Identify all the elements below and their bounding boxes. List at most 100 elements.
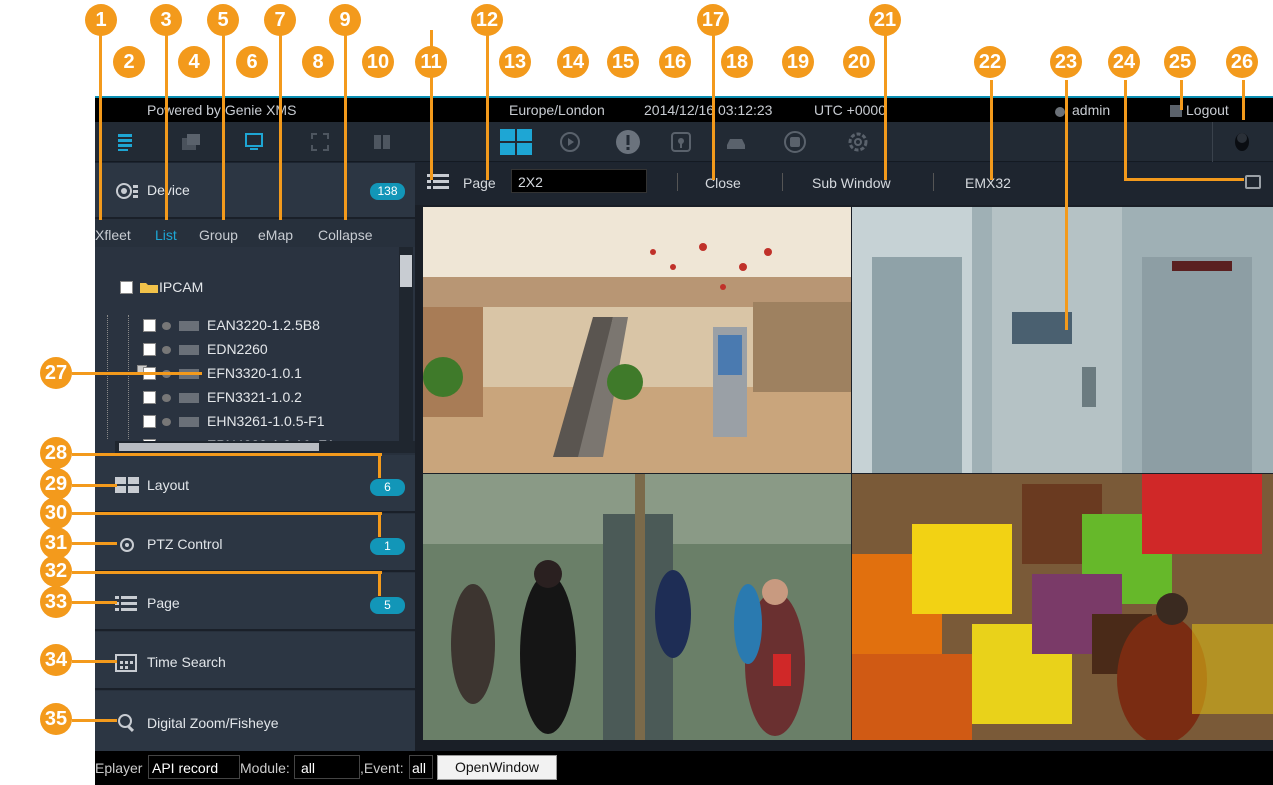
- tree-camera-item[interactable]: EAN3220-1.2.5B8: [143, 317, 320, 333]
- callout-5: 5: [207, 4, 239, 36]
- window-switch-icon[interactable]: [177, 128, 205, 156]
- device-tabs: Xfleet List Group eMap Collapse: [95, 225, 415, 247]
- callout-24: 24: [1108, 46, 1140, 78]
- tree-camera-item[interactable]: EDN2260: [143, 341, 268, 357]
- access-control-icon[interactable]: [667, 128, 695, 156]
- status-dot-icon: [162, 394, 171, 402]
- callout-7: 7: [264, 4, 296, 36]
- list-view-icon[interactable]: [111, 128, 139, 156]
- time-search-label: Time Search: [147, 654, 226, 670]
- tab-list[interactable]: List: [155, 227, 177, 243]
- top-bar: Powered by Genie XMS Europe/London 2014/…: [95, 96, 1273, 122]
- event-label: ,Event:: [360, 760, 404, 776]
- callout-32: 32: [40, 555, 72, 587]
- callout-16: 16: [659, 46, 691, 78]
- callout-35: 35: [40, 703, 72, 735]
- callout-17: 17: [697, 4, 729, 36]
- user-icon: [1055, 107, 1065, 117]
- vehicle-icon[interactable]: [722, 128, 750, 156]
- tree-root-label: IPCAM: [159, 279, 204, 295]
- callout-28: 28: [40, 437, 72, 469]
- close-button[interactable]: Close: [705, 175, 741, 191]
- tree-camera-item[interactable]: EHN3261-1.0.5-F1: [143, 413, 325, 429]
- time-search-panel-header[interactable]: Time Search: [95, 632, 415, 690]
- utc-text: UTC +0000: [814, 102, 886, 118]
- module-select[interactable]: all: [294, 755, 360, 779]
- device-name[interactable]: EMX32: [965, 175, 1011, 191]
- tree-camera-item[interactable]: EFN3321-1.0.2: [143, 389, 302, 405]
- alert-icon[interactable]: [614, 128, 642, 156]
- open-window-button[interactable]: OpenWindow: [437, 755, 557, 780]
- callout-34: 34: [40, 644, 72, 676]
- tab-group[interactable]: Group: [199, 227, 238, 243]
- callout-12: 12: [471, 4, 503, 36]
- callout-3: 3: [150, 4, 182, 36]
- page-bar-label: Page: [463, 175, 496, 191]
- page-panel-header[interactable]: Page 5: [95, 573, 415, 631]
- tree-root[interactable]: IPCAM: [120, 279, 203, 295]
- ptz-panel-header[interactable]: PTZ Control 1: [95, 514, 415, 572]
- monitor-icon[interactable]: [240, 128, 268, 156]
- layout-panel-header[interactable]: Layout 6: [95, 455, 415, 513]
- page-count-badge: 5: [370, 597, 405, 614]
- layout-count-badge: 6: [370, 479, 405, 496]
- playback-icon[interactable]: [556, 128, 584, 156]
- user-name[interactable]: admin: [1072, 102, 1110, 118]
- layout-label: Layout: [147, 477, 190, 493]
- status-dot-icon: [162, 418, 171, 426]
- callout-27: 27: [40, 357, 72, 389]
- video-tile-corridor[interactable]: [423, 474, 851, 740]
- horizontal-scrollbar[interactable]: [115, 441, 415, 453]
- callout-25: 25: [1164, 46, 1196, 78]
- digital-zoom-panel-header[interactable]: Digital Zoom/Fisheye: [95, 691, 415, 751]
- calendar-icon: [115, 654, 137, 675]
- power-icon[interactable]: [1228, 128, 1256, 156]
- settings-icon[interactable]: [844, 128, 872, 156]
- camera-label: EFN3320-1.0.1: [207, 365, 302, 381]
- callout-19: 19: [782, 46, 814, 78]
- device-label: Device: [147, 182, 190, 198]
- video-tile-elevator[interactable]: [852, 207, 1273, 473]
- video-tile-market[interactable]: [852, 474, 1273, 740]
- device-panel-header[interactable]: Device 138: [95, 163, 415, 219]
- sub-window-button[interactable]: Sub Window: [812, 175, 891, 191]
- callout-13: 13: [499, 46, 531, 78]
- callout-15: 15: [607, 46, 639, 78]
- camera-label: EFN3321-1.0.2: [207, 389, 302, 405]
- camera-icon: [179, 321, 199, 331]
- callout-18: 18: [721, 46, 753, 78]
- vertical-scrollbar[interactable]: [399, 247, 413, 453]
- ptz-count-badge: 1: [370, 538, 405, 555]
- callout-8: 8: [302, 46, 334, 78]
- callout-2: 2: [113, 46, 145, 78]
- split-icon[interactable]: [368, 128, 396, 156]
- callout-20: 20: [843, 46, 875, 78]
- tab-collapse[interactable]: Collapse: [318, 227, 372, 243]
- layout-icon: [115, 477, 139, 496]
- event-select[interactable]: all: [409, 755, 433, 779]
- checkbox[interactable]: [120, 281, 133, 294]
- sub-window-icon[interactable]: [1245, 175, 1261, 189]
- market-video-feed: [852, 474, 1273, 740]
- device-icon: [115, 182, 139, 203]
- video-tile-mall[interactable]: [423, 207, 851, 473]
- callout-4: 4: [178, 46, 210, 78]
- camera-icon: [179, 345, 199, 355]
- callout-30: 30: [40, 497, 72, 529]
- video-area: Page 2X2 Close Sub Window EMX32: [415, 163, 1273, 751]
- digital-zoom-label: Digital Zoom/Fisheye: [147, 715, 279, 731]
- tab-emap[interactable]: eMap: [258, 227, 293, 243]
- toolbar: [95, 122, 1273, 162]
- device-tree: IPCAM EAN3220-1.2.5B8 EDN2260 EFN3320-1.…: [95, 247, 415, 453]
- fullscreen-icon[interactable]: [306, 128, 334, 156]
- eplayer-select[interactable]: API record: [148, 755, 240, 779]
- logout-link[interactable]: Logout: [1186, 102, 1229, 118]
- device-count-badge: 138: [370, 183, 405, 200]
- camera-icon: [179, 393, 199, 403]
- bus-icon[interactable]: [781, 128, 809, 156]
- zoom-icon: [117, 713, 137, 736]
- page-select[interactable]: 2X2: [511, 169, 647, 193]
- layout-grid-icon[interactable]: [498, 127, 534, 157]
- tab-xfleet[interactable]: Xfleet: [95, 227, 131, 243]
- elevator-video-feed: [852, 207, 1273, 473]
